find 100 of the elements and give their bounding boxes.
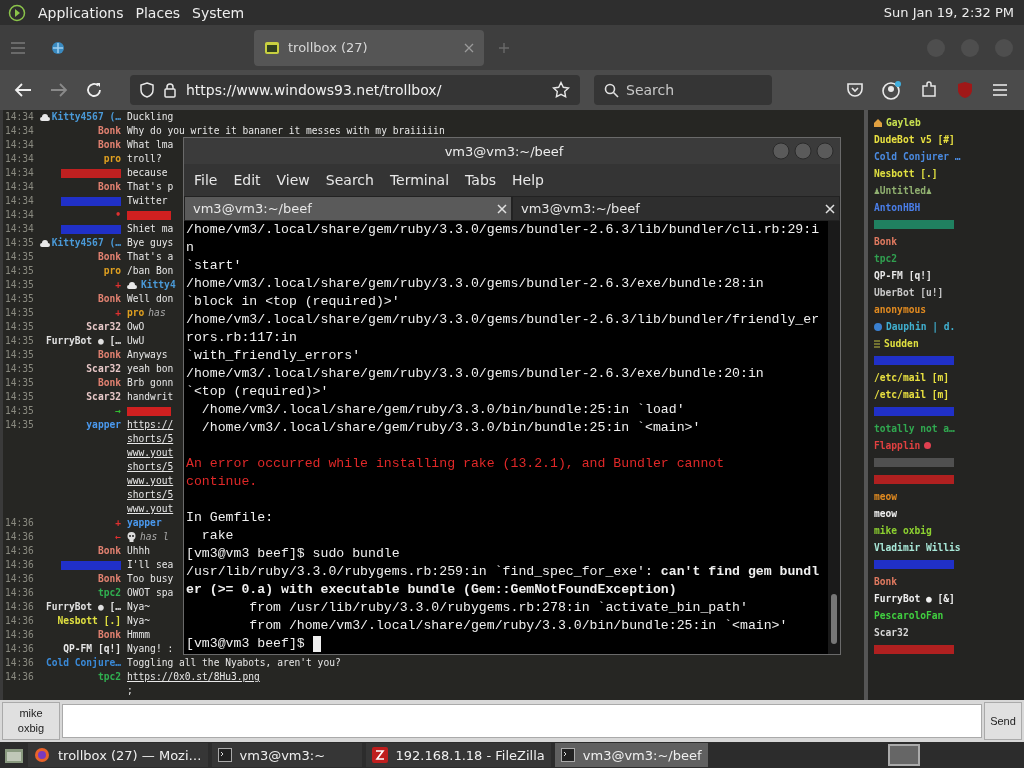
message-link[interactable]: shorts/5	[127, 432, 174, 446]
message-link[interactable]: www.yout	[127, 474, 174, 488]
user-nick[interactable]: pro	[103, 264, 121, 278]
message-link[interactable]: www.yout	[127, 446, 174, 460]
user-nick[interactable]: Scar32	[86, 320, 121, 334]
user-name[interactable]: UberBot [u!]	[874, 287, 944, 298]
user-name[interactable]: FurryBot ● [&]	[874, 593, 955, 604]
user-nick[interactable]: Bonk	[97, 572, 121, 586]
user-name[interactable]: Dauphin | d.	[886, 321, 956, 332]
user-nick[interactable]: Kitty4	[141, 278, 176, 292]
user-nick[interactable]: pro	[127, 306, 145, 320]
user-nick[interactable]: Kitty4567 (…	[51, 110, 121, 124]
user-nick[interactable]: Kitty4567 (…	[51, 236, 121, 250]
user-name[interactable]: meow	[874, 491, 898, 502]
window-control-icon[interactable]	[772, 142, 790, 160]
pocket-icon[interactable]	[846, 82, 864, 98]
menu-item[interactable]: Help	[504, 172, 552, 188]
account-icon[interactable]	[882, 80, 902, 100]
taskbar-item[interactable]: vm3@vm3:~	[211, 743, 362, 767]
user-name[interactable]: Scar32	[874, 627, 909, 638]
user-nick[interactable]: Bonk	[97, 348, 121, 362]
user-nick[interactable]: Scar32	[86, 390, 121, 404]
message-link[interactable]: www.yout	[127, 502, 174, 516]
user-nick[interactable]: Scar32	[86, 362, 121, 376]
taskbar-item[interactable]: trollbox (27) — Mozi…	[28, 743, 208, 767]
menu-item[interactable]: Terminal	[381, 172, 458, 188]
message-link[interactable]: shorts/5	[127, 488, 174, 502]
user-name[interactable]: tpc2	[874, 253, 898, 264]
star-icon[interactable]	[552, 81, 570, 99]
user-name[interactable]: Flapplin	[874, 440, 921, 451]
reload-icon[interactable]	[86, 82, 102, 98]
back-icon[interactable]	[14, 82, 32, 98]
menu-item[interactable]: View	[268, 172, 318, 188]
plus-icon[interactable]	[498, 41, 510, 54]
user-nick[interactable]: yapper	[127, 516, 162, 530]
file-manager-icon[interactable]	[4, 746, 24, 764]
user-name[interactable]: Nesbott [.]	[874, 168, 938, 179]
terminal-tab[interactable]: vm3@vm3:~/beef	[512, 196, 840, 221]
user-name[interactable]: AntonHBH	[874, 202, 921, 213]
nickname-button[interactable]: mike oxbig	[2, 702, 60, 740]
user-name[interactable]: Vladimir Willis	[874, 542, 961, 553]
user-nick[interactable]: FurryBot ● […	[45, 600, 121, 614]
scrollbar-thumb[interactable]	[831, 594, 837, 644]
menu-item[interactable]: Edit	[225, 172, 269, 188]
user-name[interactable]: QP-FM [q!]	[874, 270, 932, 281]
distro-logo-icon[interactable]	[8, 3, 26, 22]
panel-menu[interactable]: Places	[135, 4, 181, 21]
browser-tab[interactable]: trollbox (27)	[254, 29, 484, 66]
user-nick[interactable]: QP-FM [q!]	[63, 642, 121, 656]
user-name[interactable]: /etc/mail [m]	[874, 389, 950, 400]
panel-menu[interactable]: System	[192, 4, 245, 21]
user-name[interactable]: /etc/mail [m]	[874, 372, 950, 383]
message-link[interactable]: https://	[127, 418, 174, 432]
window-control-icon[interactable]	[816, 142, 834, 160]
taskbar-item[interactable]: 192.168.1.18 - FileZilla	[365, 743, 551, 767]
taskbar-item[interactable]: vm3@vm3:~/beef	[554, 743, 708, 767]
window-control-icon[interactable]	[794, 142, 812, 160]
user-name[interactable]: PescaroloFan	[874, 610, 944, 621]
user-name[interactable]: Bonk	[874, 576, 898, 587]
user-name[interactable]: meow	[874, 508, 898, 519]
terminal-tab[interactable]: vm3@vm3:~/beef	[184, 196, 512, 221]
panel-clock[interactable]: Sun Jan 19, 2:32 PM	[883, 5, 1014, 20]
user-nick[interactable]: tpc2	[97, 670, 121, 684]
user-nick[interactable]: Bonk	[97, 250, 121, 264]
message-link[interactable]: shorts/5	[127, 460, 174, 474]
user-nick[interactable]: Bonk	[97, 544, 121, 558]
user-nick[interactable]: Bonk	[97, 124, 121, 138]
address-bar[interactable]: https://www.windows93.net/trollbox/	[130, 75, 580, 105]
forward-icon[interactable]	[50, 82, 68, 98]
user-nick[interactable]: tpc2	[97, 586, 121, 600]
search-field[interactable]: Search	[594, 75, 772, 105]
user-nick[interactable]: Nesbott [.]	[57, 614, 121, 628]
menu-item[interactable]: Search	[317, 172, 382, 188]
workspace-switcher[interactable]	[888, 744, 920, 766]
user-name[interactable]: mike oxbig	[874, 525, 932, 536]
menu-item[interactable]: File	[186, 172, 226, 188]
user-name[interactable]: totally not a…	[874, 423, 955, 434]
message-time: 14:36	[4, 670, 35, 684]
user-name[interactable]: ♟Untitled♟	[874, 185, 932, 196]
user-nick[interactable]: yapper	[86, 418, 121, 432]
user-name[interactable]: Sudden	[884, 338, 919, 349]
user-name[interactable]: anonymous	[874, 304, 926, 315]
message-input[interactable]	[62, 704, 982, 738]
user-nick[interactable]: Bonk	[97, 376, 121, 390]
user-nick[interactable]: FurryBot ● […	[45, 334, 121, 348]
user-nick[interactable]: Cold Conjure…	[45, 656, 121, 670]
user-nick[interactable]: Bonk	[97, 628, 121, 642]
user-nick[interactable]: pro	[103, 152, 121, 166]
user-nick[interactable]: Bonk	[97, 180, 121, 194]
user-name[interactable]: Bonk	[874, 236, 898, 247]
terminal-line: from /usr/lib/ruby/3.3.0/rubygems.rb:278:in `activate_bin_path'	[248, 599, 748, 617]
panel-menu[interactable]: Applications	[38, 4, 124, 21]
message-link[interactable]: https://0x0.st/8Hu3.png	[127, 670, 260, 684]
user-nick[interactable]: Bonk	[97, 138, 121, 152]
user-name[interactable]: Gayleb	[886, 117, 921, 128]
menu-item[interactable]: Tabs	[457, 172, 505, 188]
user-name[interactable]: Cold Conjurer …	[874, 151, 961, 162]
send-button[interactable]: Send	[984, 702, 1022, 740]
user-name[interactable]: DudeBot v5 [#]	[874, 134, 955, 145]
user-nick[interactable]: Bonk	[97, 292, 121, 306]
